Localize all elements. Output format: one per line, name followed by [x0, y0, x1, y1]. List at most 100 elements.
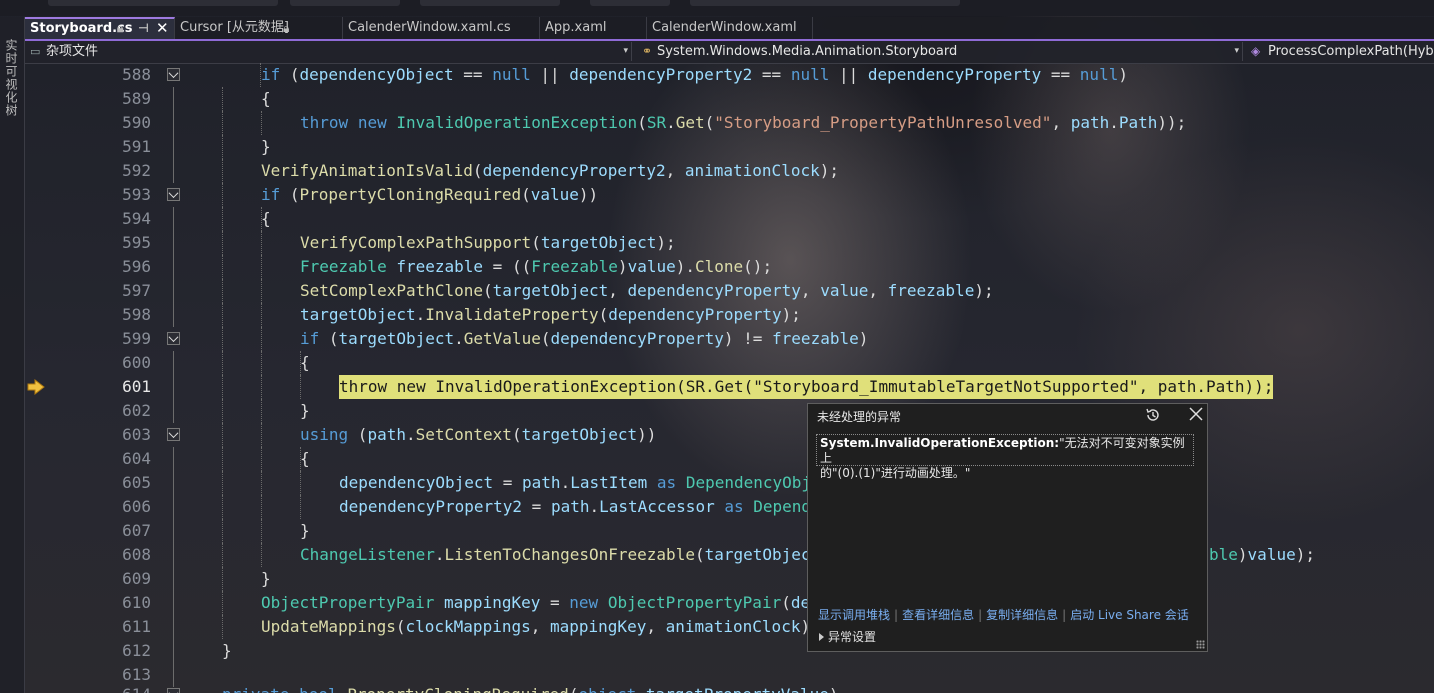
code-line: 603 using (path.SetContext(targetObject)…	[25, 423, 1434, 447]
code-text: ObjectPropertyPair mappingKey = new Obje…	[261, 593, 811, 612]
code-text: ble)value);	[1209, 545, 1315, 564]
code-line: 611 UpdateMappings(clockMappings, mappin…	[25, 615, 1434, 639]
code-text: UpdateMappings(clockMappings, mappingKey…	[261, 617, 811, 636]
exception-settings-label: 异常设置	[828, 630, 877, 644]
method-icon: ◈	[1251, 44, 1261, 58]
code-line: 609 }	[25, 567, 1434, 591]
line-number: 588	[122, 65, 151, 84]
navigation-bar: ▭ 杂项文件 ▾ ⚭ System.Windows.Media.Animatio…	[25, 41, 1434, 64]
pin-icon[interactable]: ⊣	[138, 19, 149, 38]
line-number: 606	[122, 497, 151, 516]
code-line: 591 }	[25, 135, 1434, 159]
tab-label: Cursor [从元数据]	[180, 20, 290, 35]
type-dropdown[interactable]: ⚭ System.Windows.Media.Animation.Storybo…	[638, 42, 1243, 61]
line-number: 592	[122, 161, 151, 180]
line-number: 590	[122, 113, 151, 132]
exception-message[interactable]: System.InvalidOperationException:"无法对不可变…	[816, 434, 1194, 480]
code-line: 610 ObjectPropertyPair mappingKey = new …	[25, 591, 1434, 615]
project-dropdown[interactable]: ▭ 杂项文件 ▾	[25, 42, 632, 61]
code-line: 596 Freezable freezable = ((Freezable)va…	[25, 255, 1434, 279]
member-dropdown[interactable]: ◈ ProcessComplexPath(Hybrid	[1249, 42, 1434, 61]
start-live-share-link[interactable]: 启动 Live Share 会话	[1070, 608, 1189, 622]
member-label: ProcessComplexPath(Hybrid	[1268, 44, 1434, 59]
show-call-stack-link[interactable]: 显示调用堆栈	[818, 608, 890, 622]
title-strip	[0, 0, 1434, 16]
toolbar-button[interactable]	[690, 0, 960, 6]
lock-icon: 🔒︎	[283, 21, 290, 35]
code-line: 592 VerifyAnimationIsValid(dependencyPro…	[25, 159, 1434, 183]
collapse-icon[interactable]	[167, 688, 180, 693]
line-number: 599	[122, 329, 151, 348]
close-icon[interactable]: ✕	[156, 19, 169, 38]
line-number: 597	[122, 281, 151, 300]
line-number: 589	[122, 89, 151, 108]
line-number: 612	[122, 641, 151, 660]
code-line: 602 }	[25, 399, 1434, 423]
toolbar-button[interactable]	[420, 0, 560, 6]
toolbar-button[interactable]	[290, 0, 400, 6]
tab-label: App.xaml	[545, 20, 607, 35]
line-number: 608	[122, 545, 151, 564]
code-editor[interactable]: 588 if (dependencyObject == null || depe…	[25, 63, 1434, 693]
tab-cursor[interactable]: Cursor [从元数据] 🔒︎	[175, 17, 343, 39]
line-number: 600	[122, 353, 151, 372]
tab-app-xaml[interactable]: App.xaml	[540, 17, 647, 39]
tab-storyboard-cs[interactable]: Storyboard.cs 🔒︎ ⊣ ✕	[25, 17, 175, 39]
code-text: {	[261, 209, 271, 228]
file-icon: ▭	[30, 45, 41, 58]
code-text: {	[300, 449, 310, 468]
exception-settings-toggle[interactable]: 异常设置	[819, 628, 876, 645]
line-number: 602	[122, 401, 151, 420]
code-line: 594 {	[25, 207, 1434, 231]
execution-pointer-arrow-icon	[27, 379, 45, 395]
class-icon: ⚭	[642, 44, 653, 58]
line-number: 607	[122, 521, 151, 540]
collapse-icon[interactable]	[167, 68, 180, 81]
code-line: 598 targetObject.InvalidateProperty(depe…	[25, 303, 1434, 327]
line-number: 596	[122, 257, 151, 276]
history-icon[interactable]	[1145, 407, 1161, 423]
close-icon[interactable]	[1188, 406, 1204, 422]
code-text: }	[222, 641, 232, 660]
line-number: 609	[122, 569, 151, 588]
toolbar-button[interactable]	[590, 0, 670, 6]
code-line: 608 ChangeListener.ListenToChangesOnFree…	[25, 543, 1434, 567]
code-line: 593 if (PropertyCloningRequired(value))	[25, 183, 1434, 207]
collapse-icon[interactable]	[167, 188, 180, 201]
chevron-down-icon: ▾	[1234, 46, 1239, 56]
code-text: }	[300, 521, 310, 540]
collapse-icon[interactable]	[167, 332, 180, 345]
live-visual-tree-tab[interactable]: 实时可视化树	[3, 39, 20, 117]
resize-grip-icon[interactable]	[1196, 640, 1205, 649]
code-line: 599 if (targetObject.GetValue(dependency…	[25, 327, 1434, 351]
code-text: if (targetObject.GetValue(dependencyProp…	[300, 329, 869, 348]
line-number: 598	[122, 305, 151, 324]
line-number: 603	[122, 425, 151, 444]
code-line: 595 VerifyComplexPathSupport(targetObjec…	[25, 231, 1434, 255]
code-line: 604 {	[25, 447, 1434, 471]
code-text: dependencyProperty2 = path.LastAccessor …	[339, 497, 812, 516]
code-line: 605 dependencyObject = path.LastItem as …	[25, 471, 1434, 495]
tab-label: CalenderWindow.xaml.cs	[348, 20, 511, 35]
code-text: dependencyObject = path.LastItem as Depe…	[339, 473, 812, 492]
line-number: 595	[122, 233, 151, 252]
code-line: 606 dependencyProperty2 = path.LastAcces…	[25, 495, 1434, 519]
collapse-icon[interactable]	[167, 428, 180, 441]
exception-actions: 显示调用堆栈 | 查看详细信息 | 复制详细信息 | 启动 Live Share 会话	[818, 608, 1189, 622]
copy-details-link[interactable]: 复制详细信息	[986, 608, 1058, 622]
code-text: targetObject.InvalidateProperty(dependen…	[300, 305, 801, 324]
tab-calenderwindow-xaml-cs[interactable]: CalenderWindow.xaml.cs	[343, 17, 540, 39]
code-text: using (path.SetContext(targetObject))	[300, 425, 657, 444]
code-line: 614 private bool PropertyCloningRequired…	[25, 683, 1434, 693]
code-line: 612 }	[25, 639, 1434, 663]
code-line: 600 {	[25, 351, 1434, 375]
line-number: 593	[122, 185, 151, 204]
tab-calenderwindow-xaml[interactable]: CalenderWindow.xaml	[647, 17, 813, 39]
tab-label: CalenderWindow.xaml	[652, 20, 797, 35]
view-details-link[interactable]: 查看详细信息	[902, 608, 974, 622]
code-line: 590 throw new InvalidOperationException(…	[25, 111, 1434, 135]
project-label: 杂项文件	[46, 44, 99, 59]
toolbar-button[interactable]	[48, 0, 278, 6]
exception-message-line2: 的"(0).(1)"进行动画处理。"	[820, 466, 971, 480]
line-number: 611	[122, 617, 151, 636]
